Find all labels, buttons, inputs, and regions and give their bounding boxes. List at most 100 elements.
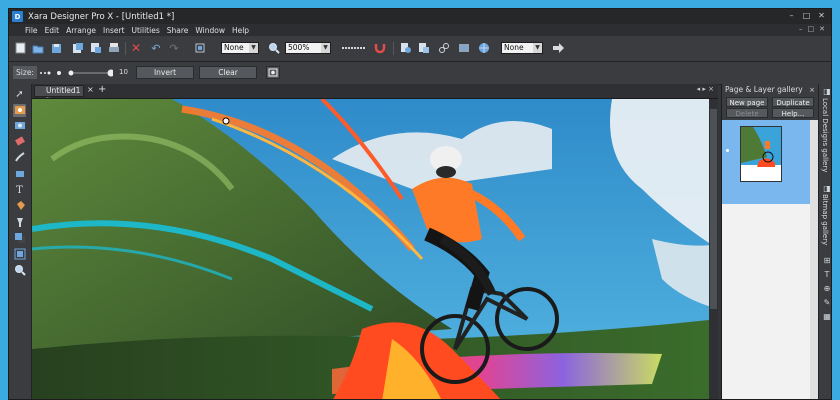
bitmap-icon[interactable]: ◨ (822, 184, 831, 194)
doc-restore-button[interactable]: □ (808, 25, 815, 33)
cyclist-illustration (32, 99, 718, 399)
toolbar-separator (125, 42, 126, 55)
menu-file[interactable]: File (25, 26, 38, 35)
doc-close-button[interactable]: ✕ (819, 25, 825, 33)
fonts-icon[interactable]: T (822, 270, 831, 280)
feather-select[interactable]: None ▼ (501, 42, 543, 54)
document-tab-bar: Untitled1 * × + ◂ ▸ × (32, 84, 718, 105)
application-window: D Xara Designer Pro X - [Untitled1 *] – … (8, 8, 832, 400)
brush-tool-icon[interactable] (13, 151, 26, 164)
toolbar-separator (393, 42, 394, 55)
window-title: Xara Designer Pro X - [Untitled1 *] (28, 11, 175, 22)
title-bar: D Xara Designer Pro X - [Untitled1 *] – … (9, 9, 831, 24)
transform-icon[interactable] (193, 41, 207, 55)
delete-icon[interactable]: ✕ (129, 41, 143, 55)
link-icon[interactable] (437, 41, 451, 55)
quality-select[interactable]: None ▼ (221, 42, 259, 54)
size-label: Size: (13, 66, 37, 79)
menu-arrange[interactable]: Arrange (66, 26, 96, 35)
menu-utilities[interactable]: Utilities (132, 26, 160, 35)
scroll-thumb[interactable] (710, 109, 717, 309)
gallery-title-text: Page & Layer gallery (725, 85, 803, 94)
undo-icon[interactable]: ↶ (149, 41, 163, 55)
menu-insert[interactable]: Insert (103, 26, 125, 35)
delete-button[interactable]: Delete (726, 108, 768, 118)
object-gallery-icon[interactable] (399, 41, 413, 55)
gallery-scrollbar[interactable] (810, 120, 818, 399)
menu-window[interactable]: Window (195, 26, 225, 35)
eraser-tool-icon[interactable] (13, 135, 26, 148)
gallery-close-icon[interactable]: × (809, 84, 815, 96)
camera-tool-icon[interactable] (13, 119, 26, 132)
vertical-scrollbar[interactable] (709, 99, 718, 399)
chevron-down-icon: ▼ (533, 43, 542, 53)
zoom-tool-icon[interactable] (13, 264, 26, 277)
menu-edit[interactable]: Edit (45, 26, 60, 35)
contour-tool-icon[interactable] (13, 248, 26, 261)
selected-bullet-icon (726, 149, 729, 152)
magnet-snap-icon[interactable] (373, 41, 387, 55)
feather-value: None (504, 43, 524, 52)
gallery-title: Page & Layer gallery × (722, 84, 818, 96)
menu-bar: File Edit Arrange Insert Utilities Share… (9, 24, 831, 36)
maximize-button[interactable]: □ (801, 11, 812, 21)
tab-close-icon[interactable]: × (87, 85, 94, 94)
close-button[interactable]: ✕ (816, 11, 827, 21)
open-folder-icon[interactable] (31, 41, 45, 55)
zoom-icon[interactable] (267, 41, 281, 55)
line-width-icon[interactable] (341, 41, 367, 55)
new-page-button[interactable]: New page (726, 97, 768, 107)
app-logo-icon: D (12, 11, 23, 22)
import-icon[interactable] (71, 41, 85, 55)
duplicate-button[interactable]: Duplicate (772, 97, 814, 107)
web-properties-icon[interactable] (457, 41, 471, 55)
gallery-button-bar: New page Duplicate Delete Help... (722, 96, 818, 120)
colors-icon[interactable]: ⊕ (822, 284, 831, 294)
arrow-right-icon[interactable] (551, 41, 565, 55)
page-thumbnail[interactable] (740, 126, 782, 182)
tool-bar: ➚ T (9, 84, 32, 399)
size-value: 10 (119, 68, 128, 76)
drawing-canvas[interactable] (32, 99, 718, 399)
zoom-select[interactable]: 500% ▼ (285, 42, 331, 54)
tab-navigation[interactable]: ◂ ▸ × (697, 85, 714, 93)
redo-icon[interactable]: ↷ (167, 41, 181, 55)
transparency-tool-icon[interactable] (13, 216, 26, 229)
fill-tool-icon[interactable] (13, 200, 26, 213)
help-button[interactable]: Help... (772, 108, 814, 118)
zoom-value: 500% (288, 43, 310, 52)
screenshot-icon[interactable] (266, 66, 280, 79)
menu-help[interactable]: Help (232, 26, 249, 35)
menu-share[interactable]: Share (167, 26, 189, 35)
chevron-down-icon: ▼ (321, 43, 330, 53)
infobar: Size: 10 Invert Clear (9, 62, 831, 85)
layers-icon[interactable]: ⊞ (822, 256, 831, 266)
invert-button[interactable]: Invert (136, 66, 194, 79)
page-layer-gallery: Page & Layer gallery × New page Duplicate… (721, 84, 818, 399)
new-document-icon[interactable] (13, 41, 27, 55)
minimize-button[interactable]: – (786, 11, 797, 21)
pin-icon[interactable]: ◨ (822, 87, 831, 97)
document-tab[interactable]: Untitled1 * (34, 85, 84, 105)
page-list-item[interactable] (722, 120, 818, 204)
text-tool-icon[interactable]: T (13, 184, 26, 197)
clear-button[interactable]: Clear (199, 66, 257, 79)
side-gallery-strip: ◨ Local Designs gallery ◨ Bitmap gallery… (818, 84, 831, 399)
bitmap-gallery-icon[interactable] (417, 41, 431, 55)
selector-tool-icon[interactable]: ➚ (13, 88, 26, 101)
export-icon[interactable] (89, 41, 103, 55)
bitmap-gallery-tab[interactable]: Bitmap gallery (821, 194, 829, 245)
photo-tool-icon[interactable] (13, 104, 26, 117)
main-toolbar: ✕ ↶ ↷ None ▼ 500% ▼ None ▼ (9, 36, 831, 62)
rectangle-tool-icon[interactable] (13, 168, 26, 181)
save-icon[interactable] (49, 41, 63, 55)
frames-icon[interactable]: ▦ (822, 312, 831, 322)
preview-globe-icon[interactable] (477, 41, 491, 55)
shadow-tool-icon[interactable] (13, 232, 26, 245)
clipart-icon[interactable]: ✎ (822, 298, 831, 308)
new-tab-icon[interactable]: + (98, 84, 106, 95)
brush-size-slider[interactable] (39, 68, 113, 78)
doc-minimize-button[interactable]: – (799, 25, 803, 33)
local-designs-gallery-tab[interactable]: Local Designs gallery (821, 98, 829, 172)
print-icon[interactable] (107, 41, 121, 55)
